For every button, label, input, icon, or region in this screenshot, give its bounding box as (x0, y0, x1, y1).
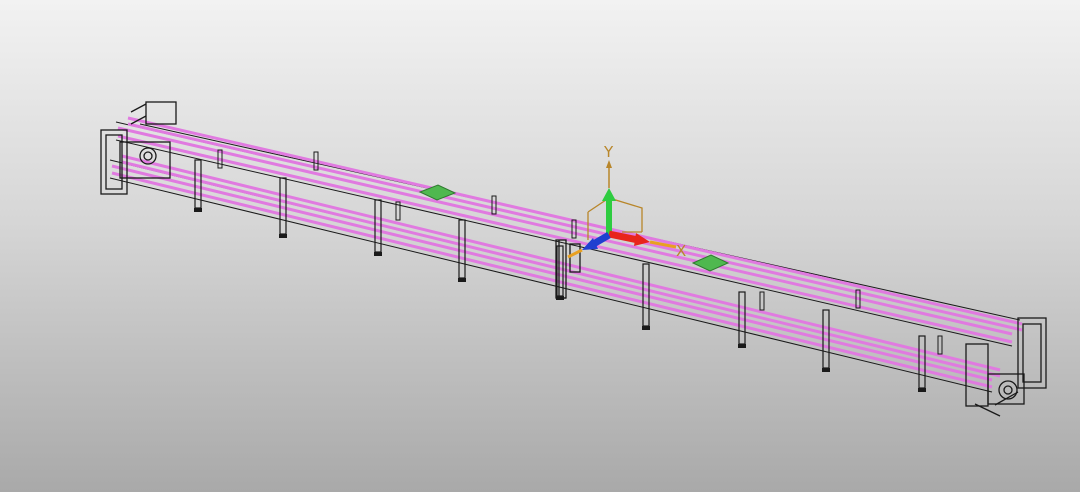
leg-foot (822, 368, 830, 372)
lower-rail (111, 171, 993, 389)
frame-edge (109, 177, 993, 393)
rail-post (937, 335, 943, 355)
support-leg (194, 159, 202, 209)
upper-rail (117, 126, 1013, 336)
conveyor-frame (109, 121, 1021, 393)
leg-foot (738, 344, 746, 348)
upper-rail (117, 134, 1013, 344)
leg-foot (642, 326, 650, 330)
lower-rail (121, 160, 1001, 378)
upper-rail (127, 116, 1023, 326)
lower-rail (111, 164, 993, 382)
lower-rail (121, 154, 1001, 372)
cad-viewport[interactable]: Y X (0, 0, 1080, 492)
leg-foot (918, 388, 926, 392)
frame-edge (115, 139, 1013, 347)
conveyor-model[interactable]: Y X (0, 0, 1080, 492)
leg-foot (279, 234, 287, 238)
support-leg (556, 245, 564, 297)
leg-foot (374, 252, 382, 256)
rail-post (571, 219, 577, 239)
conveyor-rails (111, 116, 1023, 389)
upper-rail (127, 122, 1023, 332)
y-axis-tip (606, 160, 612, 168)
support-leg (458, 219, 466, 279)
leg-foot (194, 208, 202, 212)
y-axis-arrowhead (602, 188, 616, 201)
rail-post (759, 291, 765, 311)
x-axis-label: X (676, 242, 686, 260)
rail-post (491, 195, 497, 215)
leg-foot (458, 278, 466, 282)
y-axis-label: Y (603, 143, 614, 161)
